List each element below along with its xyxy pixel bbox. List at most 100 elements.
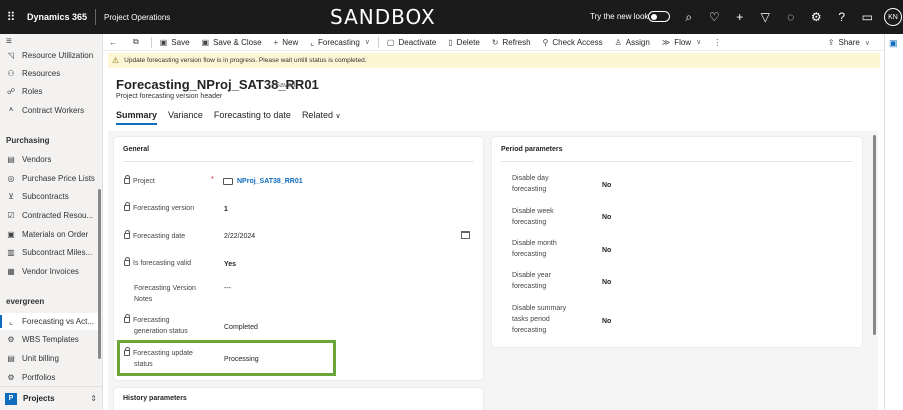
area-switcher[interactable]: P Projects ⇕ (0, 386, 103, 410)
sidebar-scrollbar[interactable] (98, 189, 101, 359)
lock-icon (124, 175, 130, 184)
area-name[interactable]: Project Operations (104, 13, 170, 22)
plus-icon: + (273, 37, 279, 47)
project-label-text: Project (133, 178, 155, 185)
flow-label: Flow (674, 37, 692, 47)
command-bar: ← ⧉ ▣ Save ▣ Save & Close + New ⌞ Forecastin… (103, 34, 884, 51)
disable-day-label: Disable day forecasting (512, 173, 549, 195)
hamburger-icon[interactable]: ≡ (6, 36, 12, 47)
chat-icon[interactable]: ▭ (855, 10, 881, 24)
deactivate-button[interactable]: ▢ Deactivate (381, 34, 442, 51)
lightbulb-icon[interactable]: ♡ (702, 10, 728, 24)
save-button[interactable]: ▣ Save (154, 34, 196, 51)
search-icon[interactable]: ⌕ (676, 10, 702, 25)
back-button[interactable]: ← (103, 34, 127, 51)
forecasting-button[interactable]: ⌞ Forecasting ∨ (304, 34, 376, 51)
try-new-look-toggle[interactable] (648, 11, 670, 22)
sidebar-item-contract-workers[interactable]: ᴬ Contract Workers (0, 102, 100, 119)
gear-icon: ⚙ (7, 335, 15, 344)
project-lookup-link[interactable]: NProj_SAT38_RR01 (223, 178, 303, 185)
sidebar-item-vendor-invoices[interactable]: ▦ Vendor Invoices (0, 263, 100, 280)
forecasting-generation-status-label: Forecasting generation status (124, 314, 188, 337)
chart-icon: ◹ (7, 51, 15, 60)
section-divider (123, 161, 474, 162)
tab-forecasting-to-date[interactable]: Forecasting to date (214, 110, 291, 125)
notification-bar: ⚠ Update forecasting version flow is in … (108, 53, 880, 68)
history-parameters-section: History parameters (114, 388, 483, 410)
sidebar-item-roles[interactable]: ☍ Roles (0, 83, 100, 100)
tab-summary[interactable]: Summary (116, 110, 158, 125)
sidebar-item-label: Roles (22, 87, 43, 96)
avatar[interactable]: KN (884, 8, 902, 26)
more-commands-button[interactable]: ⋮ (707, 34, 731, 51)
copilot-icon[interactable]: ▣ (889, 38, 898, 49)
disable-month-label: Disable month forecasting (512, 238, 557, 260)
sidebar-item-purchase-price-lists[interactable]: ◎ Purchase Price Lists (0, 170, 100, 187)
disable-week-value[interactable]: No (602, 214, 611, 221)
tab-related-label: Related (301, 110, 333, 120)
label-line: forecasting (512, 251, 547, 258)
sidebar-item-subcontracts[interactable]: ⊻ Subcontracts (0, 188, 100, 205)
try-new-look-label: Try the new look (590, 12, 649, 21)
role-icon: ☍ (6, 87, 16, 96)
flow-button[interactable]: ≫ Flow ∨ (656, 34, 707, 51)
help-icon[interactable]: ? (829, 10, 855, 24)
sidebar-item-resources[interactable]: ⚇ Resources (0, 65, 100, 82)
sidebar-item-materials-on-order[interactable]: ▣ Materials on Order (0, 226, 100, 243)
lock-icon (124, 257, 130, 266)
assign-button[interactable]: ♙ Assign (609, 34, 656, 51)
disable-summary-tasks-value[interactable]: No (602, 318, 611, 325)
forecasting-label: Forecasting (317, 37, 360, 47)
open-new-window-button[interactable]: ⧉ (127, 34, 149, 51)
form-tabs: Summary Variance Forecasting to date Rel… (116, 110, 352, 125)
disable-year-value[interactable]: No (602, 279, 611, 286)
sidebar-item-vendors[interactable]: ▤ Vendors (0, 151, 100, 168)
forecasting-date-value[interactable]: 2/22/2024 (224, 233, 255, 240)
disable-summary-tasks-label: Disable summary tasks period forecasting (512, 303, 566, 336)
top-icons: ⌕ ♡ + ▽ ◌ ⚙ ? ▭ (676, 0, 880, 34)
popout-icon: ⧉ (133, 37, 139, 46)
main-scrollbar[interactable] (873, 135, 876, 335)
app-launcher-icon[interactable]: ⠿ (0, 0, 22, 34)
delete-button[interactable]: ▯ Delete (442, 34, 486, 51)
gear-icon[interactable]: ⚙ (804, 10, 830, 24)
highlight-box (117, 340, 336, 376)
sidebar-item-portfolios[interactable]: ⚙ Portfolios (0, 369, 100, 386)
new-button[interactable]: + New (268, 34, 305, 51)
sidebar-item-resource-utilization[interactable]: ◹ Resource Utilization (0, 47, 100, 64)
refresh-button[interactable]: ↻ Refresh (486, 34, 537, 51)
top-bar: ⠿ Dynamics 365 Project Operations SANDBO… (0, 0, 903, 34)
sidebar-item-label: Vendors (22, 155, 52, 164)
warning-icon: ⚠ (112, 56, 120, 65)
project-value: NProj_SAT38_RR01 (237, 178, 303, 185)
disable-day-value[interactable]: No (602, 182, 611, 189)
forecasting-date-label: Forecasting date (124, 230, 185, 242)
filter-icon[interactable]: ▽ (753, 10, 779, 24)
trash-icon: ▯ (448, 37, 453, 47)
delete-label: Delete (456, 37, 480, 47)
bell-icon[interactable]: ◌ (778, 10, 804, 24)
share-button[interactable]: ⇪ Share ∨ (822, 34, 876, 51)
disable-month-value[interactable]: No (602, 247, 611, 254)
label-line: Disable month (512, 240, 557, 247)
forecasting-generation-status-value[interactable]: Completed (224, 324, 258, 331)
forecasting-version-notes-value[interactable]: --- (224, 285, 231, 292)
check-access-label: Check Access (552, 37, 603, 47)
sidebar-item-forecasting-vs-actual[interactable]: ⌞ Forecasting vs Act... (0, 313, 100, 330)
sidebar-item-subcontract-milestones[interactable]: ▥ Subcontract Miles... (0, 244, 100, 261)
sidebar-item-unit-billing[interactable]: ▤ Unit billing (0, 350, 100, 367)
entity-name: Project forecasting version header (116, 93, 223, 100)
plus-icon[interactable]: + (727, 10, 753, 24)
tab-variance[interactable]: Variance (168, 110, 203, 125)
calendar-icon[interactable] (461, 231, 470, 239)
is-forecasting-valid-value[interactable]: Yes (224, 261, 236, 268)
sidebar-item-wbs-templates[interactable]: ⚙ WBS Templates (0, 331, 100, 348)
sidebar-item-label: Purchase Price Lists (22, 174, 95, 183)
label-line: Disable summary (512, 305, 567, 312)
sidebar-item-contracted-resources[interactable]: ☑ Contracted Resou... (0, 207, 100, 224)
check-access-button[interactable]: ⚲ Check Access (537, 34, 609, 51)
app-name[interactable]: Dynamics 365 (27, 12, 87, 22)
forecasting-version-value[interactable]: 1 (224, 206, 228, 213)
save-close-button[interactable]: ▣ Save & Close (196, 34, 268, 51)
tab-related[interactable]: Related ∨ (302, 110, 341, 125)
